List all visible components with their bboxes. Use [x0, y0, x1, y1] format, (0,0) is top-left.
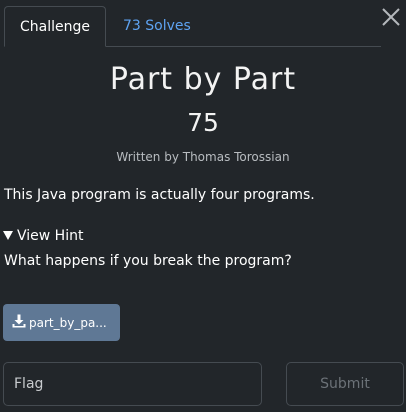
- download-icon: [12, 313, 26, 332]
- challenge-author: Written by Thomas Torossian: [116, 150, 290, 164]
- hint-text: What happens if you break the program?: [4, 253, 292, 269]
- file-name-label: part_by_pa...: [29, 315, 107, 330]
- view-hint-label: View Hint: [17, 228, 84, 244]
- close-icon[interactable]: [380, 6, 402, 28]
- challenge-description: This Java program is actually four progr…: [4, 187, 315, 203]
- flag-input[interactable]: [3, 362, 262, 406]
- challenge-title: Part by Part: [109, 62, 297, 97]
- challenge-modal: Challenge 73 Solves Part by Part 75 Writ…: [0, 0, 406, 412]
- tab-bar: Challenge 73 Solves: [4, 6, 381, 47]
- tab-solves[interactable]: 73 Solves: [123, 6, 191, 46]
- submit-button[interactable]: Submit: [286, 362, 404, 406]
- view-hint-toggle[interactable]: View Hint: [3, 228, 83, 244]
- download-file-button[interactable]: part_by_pa...: [3, 304, 120, 341]
- challenge-points: 75: [187, 108, 219, 137]
- tab-challenge[interactable]: Challenge: [4, 6, 106, 47]
- triangle-down-icon: [3, 230, 13, 243]
